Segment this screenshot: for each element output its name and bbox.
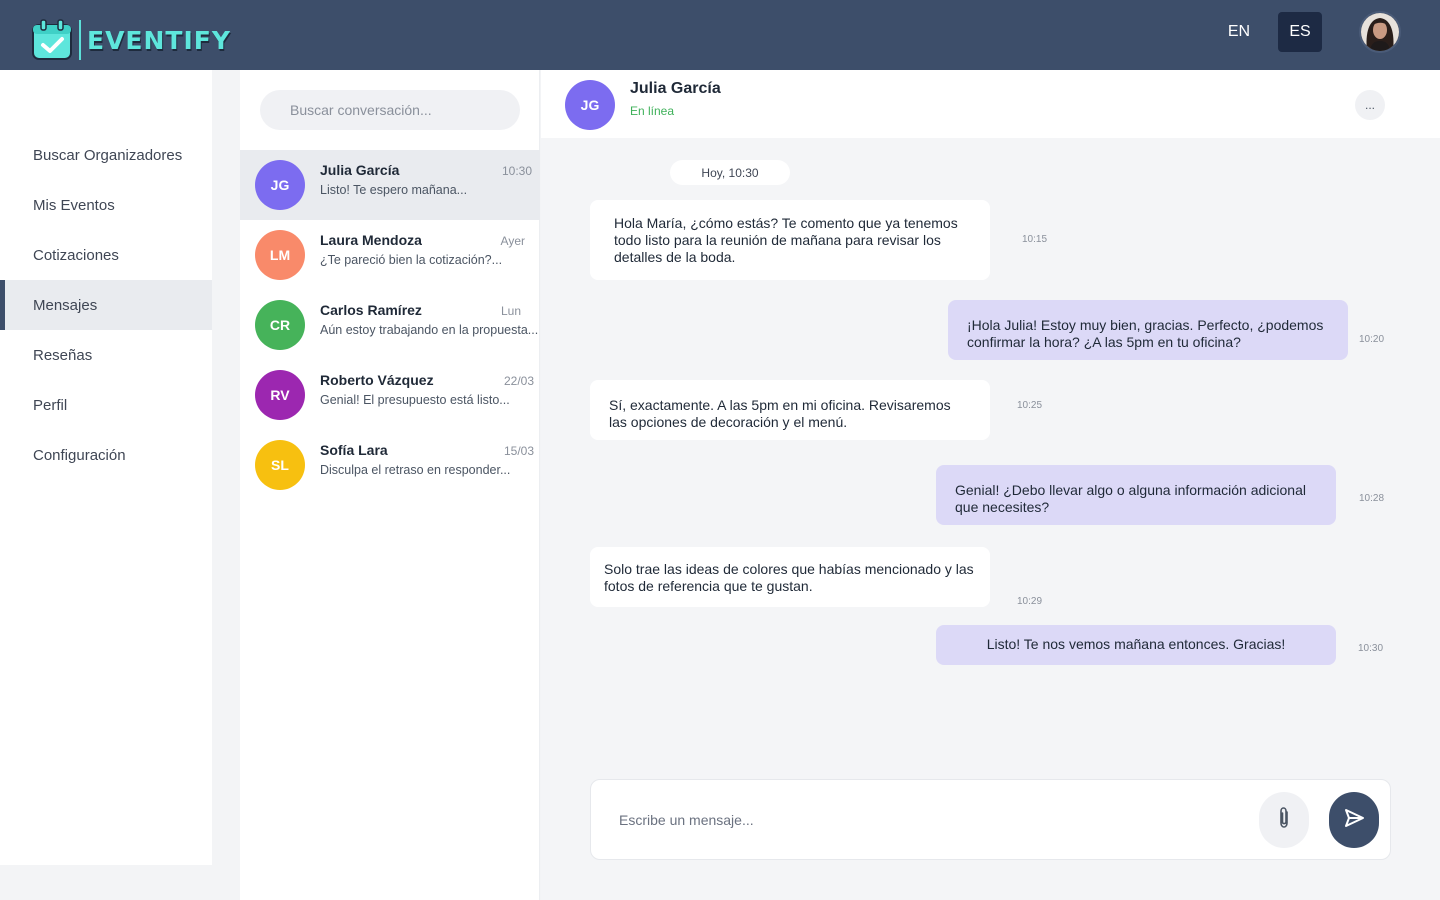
conversation-preview: Listo! Te espero mañana... [320,183,468,197]
sidebar-item-cotizaciones[interactable]: Cotizaciones [0,230,212,280]
conversation-time: Lun [500,304,521,318]
search-conversation-input[interactable] [260,90,520,130]
conversation-name: Sofía Lara [320,442,388,458]
sidebar-item-configuracion[interactable]: Configuración [0,430,212,480]
date-divider: Hoy, 10:30 [670,160,790,185]
conversation-name: Laura Mendoza [320,232,422,248]
conversation-item-sofia-lara[interactable]: SL Sofía Lara 15/03 Disculpa el retraso … [240,430,540,500]
message-bubble-outgoing: ¡Hola Julia! Estoy muy bien, gracias. Pe… [948,300,1348,360]
conversation-time: 15/03 [503,444,534,458]
language-es-button[interactable]: ES [1278,12,1322,52]
sidebar-item-mis-eventos[interactable]: Mis Eventos [0,180,212,230]
conversation-item-roberto-vazquez[interactable]: RV Roberto Vázquez 22/03 Genial! El pres… [240,360,540,430]
conversation-list: JG Julia García 10:30 Listo! Te espero m… [240,70,540,900]
avatar: JG [255,160,305,210]
message-bubble-incoming: Solo trae las ideas de colores que había… [590,547,990,607]
conversation-item-laura-mendoza[interactable]: LM Laura Mendoza Ayer ¿Te pareció bien l… [240,220,540,290]
message-time: 10:29 [1017,596,1043,607]
paperclip-icon [1275,806,1293,835]
sidebar: Buscar Organizadores Mis Eventos Cotizac… [0,70,212,865]
language-en-button[interactable]: EN [1217,12,1261,52]
message-bubble-incoming: Hola María, ¿cómo estás? Te comento que … [590,200,990,280]
conversation-preview: Aún estoy trabajando en la propuesta... [320,323,539,337]
chat-header: JG Julia García En línea ... [541,70,1440,138]
message-time: 10:28 [1359,493,1385,504]
conversation-time: 22/03 [503,374,534,388]
sidebar-item-resenas[interactable]: Reseñas [0,330,212,380]
conversation-item-carlos-ramirez[interactable]: CR Carlos Ramírez Lun Aún estoy trabajan… [240,290,540,360]
message-bubble-incoming: Sí, exactamente. A las 5pm en mi oficina… [590,380,990,440]
conversation-time: 10:30 [501,164,532,178]
conversation-preview: Disculpa el retraso en responder... [320,463,511,477]
avatar: CR [255,300,305,350]
sidebar-item-perfil[interactable]: Perfil [0,380,212,430]
top-bar: EVENTIFY EN ES [0,0,1440,70]
message-time: 10:25 [1017,400,1043,411]
message-time: 10:20 [1359,334,1385,345]
avatar: LM [255,230,305,280]
app-name: EVENTIFY [87,25,231,55]
sidebar-item-mensajes[interactable]: Mensajes [0,280,212,330]
calendar-check-icon [31,19,73,61]
conversation-time: Ayer [500,234,525,248]
message-time: 10:30 [1358,643,1384,654]
message-composer [590,779,1391,860]
message-input[interactable] [619,808,1219,832]
avatar: SL [255,440,305,490]
user-avatar[interactable] [1359,11,1401,53]
contact-status: En línea [630,104,675,118]
conversation-preview: ¿Te pareció bien la cotización?... [320,253,503,267]
conversation-name: Julia García [320,162,400,178]
contact-avatar: JG [565,80,615,130]
conversation-item-julia-garcia[interactable]: JG Julia García 10:30 Listo! Te espero m… [240,150,540,220]
message-bubble-outgoing: Listo! Te nos vemos mañana entonces. Gra… [936,625,1336,665]
more-options-button[interactable]: ... [1355,90,1385,120]
conversation-name: Carlos Ramírez [320,302,422,318]
avatar: RV [255,370,305,420]
conversation-name: Roberto Vázquez [320,372,434,388]
contact-name: Julia García [630,80,721,97]
sidebar-item-buscar-organizadores[interactable]: Buscar Organizadores [0,130,212,180]
message-time: 10:15 [1022,234,1048,245]
logo-divider [79,20,81,60]
attach-button[interactable] [1259,792,1309,848]
send-button[interactable] [1329,792,1379,848]
message-bubble-outgoing: Genial! ¿Debo llevar algo o alguna infor… [936,465,1336,525]
send-icon [1343,807,1365,834]
app-logo[interactable]: EVENTIFY [31,19,231,61]
conversation-preview: Genial! El presupuesto está listo... [320,393,510,407]
chat-panel: JG Julia García En línea ... Hoy, 10:30 … [541,70,1440,900]
